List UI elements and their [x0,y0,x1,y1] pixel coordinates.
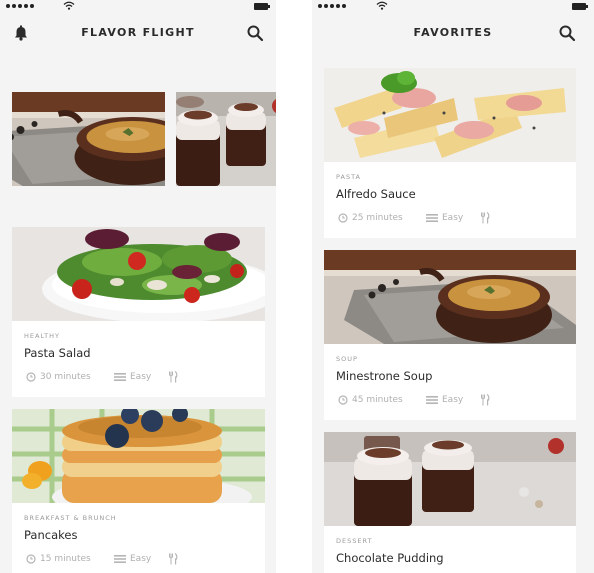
featured-card-soup[interactable] [12,92,165,186]
page-title: FAVORITES [413,26,493,39]
signal-icon [318,4,346,8]
soup-image [324,250,576,344]
difficulty: Easy [442,395,464,405]
pancakes-image [12,409,265,503]
pasta-salad-image [12,227,265,321]
navbar: FAVORITES [312,20,594,46]
pudding-image [176,92,276,186]
clock-icon [26,372,36,382]
search-icon[interactable] [558,24,576,42]
cook-time: 15 minutes [40,554,91,564]
utensils-icon [480,212,490,224]
card-meta: 25 minutes Easy [338,212,494,224]
card-meta: 30 minutes Easy [26,371,182,383]
clock-icon [338,213,348,223]
card-category: PASTA [336,173,361,181]
difficulty: Easy [442,213,464,223]
card-category: HEALTHY [24,332,60,340]
alfredo-image [324,68,576,162]
utensils-icon [168,371,178,383]
left-screen: FLAVOR FLIGHT HEALTHY Pasta Salad 30 min… [0,0,276,573]
card-title: Chocolate Pudding [336,551,444,565]
status-bar [312,0,594,14]
bars-icon [114,372,126,382]
battery-icon [572,3,588,10]
cook-time: 45 minutes [352,395,403,405]
utensils-icon [480,394,490,406]
recipe-card-alfredo-sauce[interactable]: PASTA Alfredo Sauce 25 minutes Easy [324,68,576,238]
recipe-card-minestrone-soup[interactable]: SOUP Minestrone Soup 45 minutes Easy [324,250,576,420]
card-title: Alfredo Sauce [336,187,416,201]
card-title: Minestrone Soup [336,369,433,383]
bars-icon [114,554,126,564]
card-meta: 15 minutes Easy [26,553,182,565]
search-icon[interactable] [246,24,264,42]
pudding-image [324,432,576,526]
featured-card-pudding[interactable] [176,92,276,186]
clock-icon [338,395,348,405]
difficulty: Easy [130,554,152,564]
recipe-card-chocolate-pudding[interactable]: DESSERT Chocolate Pudding [324,432,576,573]
clock-icon [26,554,36,564]
card-title: Pancakes [24,528,78,542]
navbar: FLAVOR FLIGHT [0,20,276,46]
bars-icon [426,395,438,405]
card-meta: 45 minutes Easy [338,394,494,406]
card-category: BREAKFAST & BRUNCH [24,514,117,522]
cook-time: 30 minutes [40,372,91,382]
status-bar [0,0,276,14]
card-category: DESSERT [336,537,373,545]
wifi-icon [63,1,75,10]
recipe-card-pasta-salad[interactable]: HEALTHY Pasta Salad 30 minutes Easy [12,227,265,397]
signal-icon [6,4,34,8]
difficulty: Easy [130,372,152,382]
soup-image [12,92,165,186]
recipe-card-pancakes[interactable]: BREAKFAST & BRUNCH Pancakes 15 minutes E… [12,409,265,573]
page-title: FLAVOR FLIGHT [81,26,195,39]
card-title: Pasta Salad [24,346,91,360]
right-screen: FAVORITES PASTA Alfredo Sauce 25 minutes… [312,0,594,573]
battery-icon [254,3,270,10]
bars-icon [426,213,438,223]
wifi-icon [376,1,388,10]
utensils-icon [168,553,178,565]
cook-time: 25 minutes [352,213,403,223]
card-category: SOUP [336,355,358,363]
